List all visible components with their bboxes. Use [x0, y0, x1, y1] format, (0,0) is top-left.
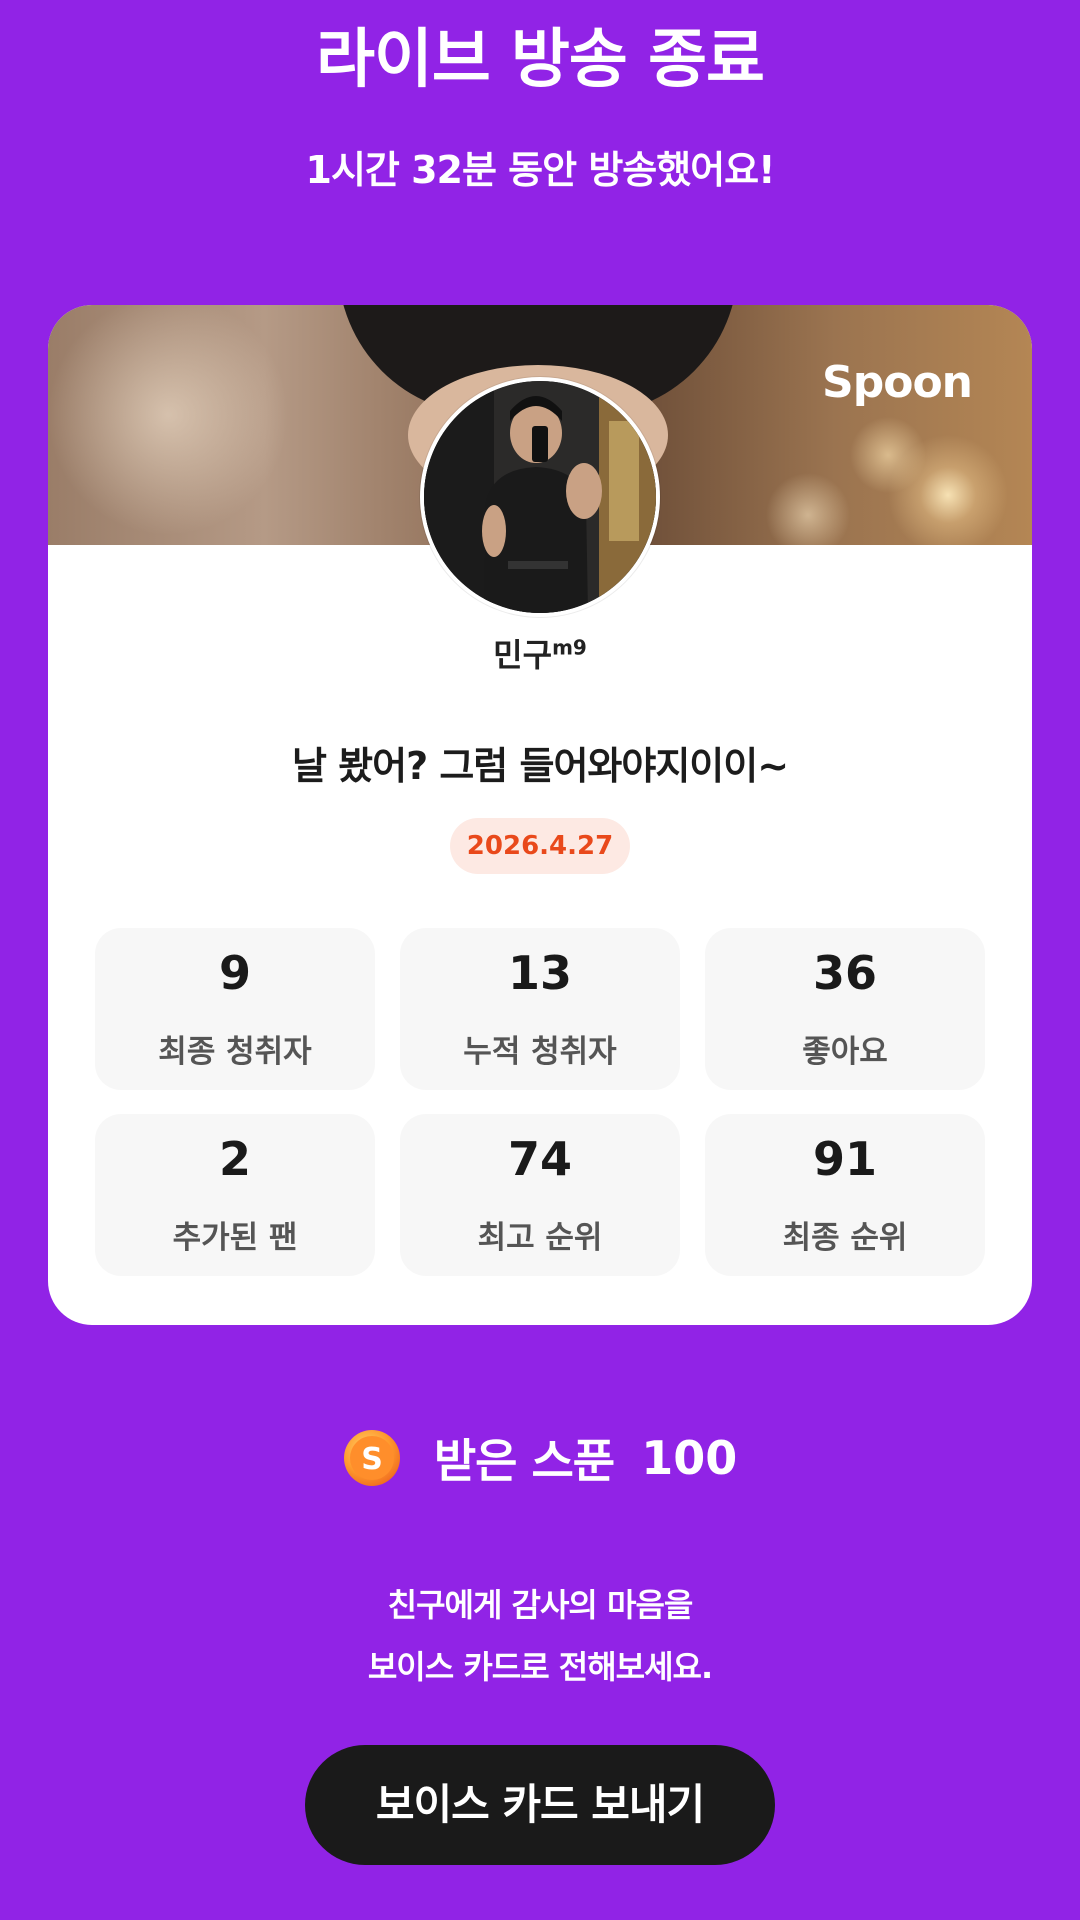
thanks-message-line2: 보이스 카드로 전해보세요. [367, 1648, 713, 1686]
spoons-count: 100 [641, 1431, 738, 1485]
stat-final-listeners: 9 최종 청취자 [95, 928, 375, 1090]
stat-value: 9 [218, 946, 251, 1000]
stat-final-rank: 91 최종 순위 [705, 1114, 985, 1276]
stat-value: 74 [507, 1132, 572, 1186]
stat-label: 누적 청취자 [463, 1034, 617, 1070]
stat-label: 좋아요 [802, 1034, 888, 1070]
avatar [420, 377, 660, 617]
stat-label: 최고 순위 [477, 1220, 603, 1256]
broadcast-duration: 1시간 32분 동안 방송했어요! [305, 148, 776, 192]
stat-value: 36 [812, 946, 877, 1000]
stat-new-fans: 2 추가된 팬 [95, 1114, 375, 1276]
stat-label: 추가된 팬 [172, 1220, 298, 1256]
broadcast-summary-card: Spoon 민구m9 날 봤어? 그럼 들어와야지이이~ 2026.4.27 9… [48, 305, 1032, 1325]
stat-best-rank: 74 최고 순위 [400, 1114, 680, 1276]
svg-text:S: S [361, 1442, 383, 1477]
stat-value: 91 [812, 1132, 877, 1186]
stat-likes: 36 좋아요 [705, 928, 985, 1090]
date-badge: 2026.4.27 [450, 818, 630, 874]
brand-logo: Spoon [822, 357, 973, 408]
thanks-message-line1: 친구에게 감사의 마음을 [387, 1586, 694, 1624]
page-title: 라이브 방송 종료 [316, 23, 765, 97]
live-title: 날 봤어? 그럼 들어와야지이이~ [291, 744, 789, 788]
username-text: 민구 [493, 636, 553, 674]
send-voice-card-button[interactable]: 보이스 카드 보내기 [305, 1745, 775, 1865]
stat-value: 2 [218, 1132, 251, 1186]
stat-label: 최종 순위 [782, 1220, 908, 1256]
spoons-label: 받은 스푼 [433, 1434, 615, 1488]
stat-label: 최종 청취자 [158, 1034, 312, 1070]
stat-value: 13 [507, 946, 572, 1000]
avatar-photo [424, 381, 656, 613]
received-spoons: S 받은 스푼 100 [0, 1425, 1080, 1489]
username: 민구m9 [48, 630, 1032, 676]
stat-total-listeners: 13 누적 청취자 [400, 928, 680, 1090]
username-suffix: m9 [552, 635, 587, 660]
spoon-coin-icon: S [343, 1430, 400, 1486]
